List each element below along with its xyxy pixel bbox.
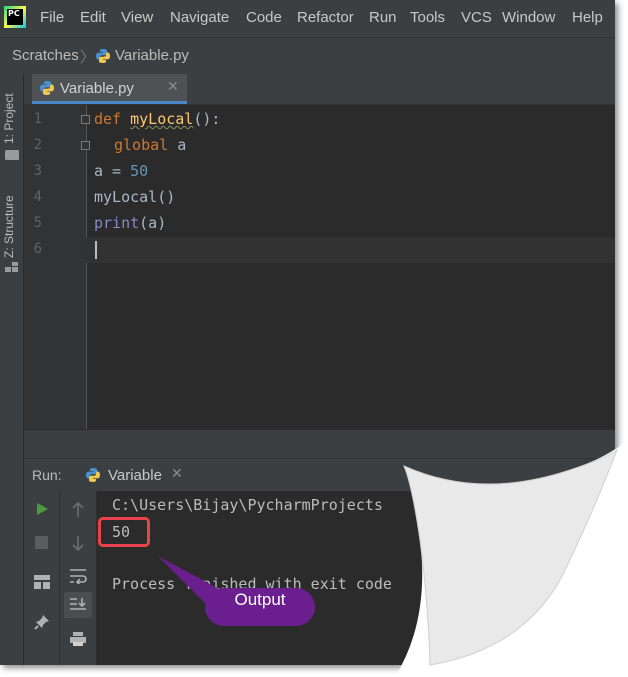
layout-icon[interactable] xyxy=(34,575,50,589)
breadcrumb-separator: 〉 xyxy=(80,48,96,66)
current-line-highlight xyxy=(86,237,615,263)
run-toolbar xyxy=(24,491,60,665)
close-icon[interactable]: ✕ xyxy=(171,466,183,482)
python-file-icon xyxy=(86,468,100,482)
python-file-icon xyxy=(96,49,110,63)
menu-refactor[interactable]: Refactor xyxy=(297,9,354,26)
editor-footer xyxy=(24,429,615,458)
breadcrumb-file[interactable]: Variable.py xyxy=(115,47,189,64)
project-tool-tab-label: 1: Project xyxy=(2,93,16,144)
code-line-3: a = 50 xyxy=(94,162,149,180)
structure-tool-tab-label: Z: Structure xyxy=(2,195,16,258)
menu-file[interactable]: File xyxy=(40,9,64,26)
scroll-to-end-button[interactable] xyxy=(64,592,92,618)
output-highlight-box xyxy=(98,517,150,547)
scroll-to-end-icon xyxy=(70,598,86,610)
line-number: 4 xyxy=(33,189,42,205)
structure-tool-tab[interactable]: Z: Structure xyxy=(2,184,22,276)
menu-code[interactable]: Code xyxy=(246,9,282,26)
left-tool-strip: 1: Project Z: Structure xyxy=(0,74,24,665)
folder-icon xyxy=(5,150,19,160)
menu-view[interactable]: View xyxy=(121,9,153,26)
code-line-1: def myLocal(): xyxy=(94,110,221,128)
run-console[interactable]: C:\Users\Bijay\PycharmProjects 50 Proces… xyxy=(97,491,615,665)
python-file-icon xyxy=(40,81,54,95)
line-number: 5 xyxy=(33,215,42,231)
console-toolbar xyxy=(60,491,97,665)
pin-icon[interactable] xyxy=(34,614,50,630)
code-line-5: print(a) xyxy=(94,214,167,232)
line-number: 3 xyxy=(33,163,42,179)
editor-tab-label: Variable.py xyxy=(60,80,134,97)
callout-label: Output xyxy=(234,590,286,609)
structure-icon xyxy=(5,262,19,272)
text-caret xyxy=(95,241,97,259)
menu-run[interactable]: Run xyxy=(369,9,397,26)
fold-end-marker-icon[interactable] xyxy=(81,141,90,150)
line-number-gutter: 1 2 3 4 5 6 xyxy=(24,105,87,429)
arrow-up-icon[interactable] xyxy=(71,502,85,518)
project-tool-tab[interactable]: 1: Project xyxy=(2,80,22,162)
menu-window[interactable]: Window xyxy=(502,9,555,26)
line-number: 2 xyxy=(33,137,42,153)
code-editor[interactable]: 1 2 3 4 5 6 def myLocal(): global a a = … xyxy=(24,105,615,429)
soft-wrap-icon[interactable] xyxy=(69,568,87,584)
run-panel-label: Run: xyxy=(32,467,62,483)
stop-icon[interactable] xyxy=(35,536,48,549)
print-icon[interactable] xyxy=(69,631,87,647)
breadcrumb: Scratches 〉 Variable.py xyxy=(0,37,615,75)
menu-tools[interactable]: Tools xyxy=(410,9,445,26)
console-command-line: C:\Users\Bijay\PycharmProjects xyxy=(112,496,383,514)
breadcrumb-scratches[interactable]: Scratches xyxy=(12,47,79,64)
arrow-down-icon[interactable] xyxy=(71,535,85,551)
close-icon[interactable]: ✕ xyxy=(167,79,179,95)
editor-tab-bar: Variable.py ✕ xyxy=(24,74,615,105)
editor-tab-variable-py[interactable]: Variable.py ✕ xyxy=(32,74,187,104)
menu-help[interactable]: Help xyxy=(572,9,603,26)
run-tab-variable[interactable]: Variable ✕ xyxy=(79,459,191,492)
pycharm-logo-icon: PC xyxy=(4,6,26,28)
run-tab-label: Variable xyxy=(108,467,162,484)
code-line-2: global a xyxy=(114,136,187,154)
menu-navigate[interactable]: Navigate xyxy=(170,9,229,26)
line-number: 1 xyxy=(33,111,42,127)
fold-marker-icon[interactable] xyxy=(81,115,90,124)
line-number: 6 xyxy=(33,241,42,257)
menu-vcs[interactable]: VCS xyxy=(461,9,492,26)
rerun-icon[interactable] xyxy=(35,502,49,516)
menu-bar: PC File Edit View Navigate Code Refactor… xyxy=(0,0,615,37)
ide-window: PC File Edit View Navigate Code Refactor… xyxy=(0,0,615,665)
code-line-4: myLocal() xyxy=(94,188,176,206)
menu-edit[interactable]: Edit xyxy=(80,9,106,26)
run-panel-header: Run: Variable ✕ xyxy=(24,458,615,492)
